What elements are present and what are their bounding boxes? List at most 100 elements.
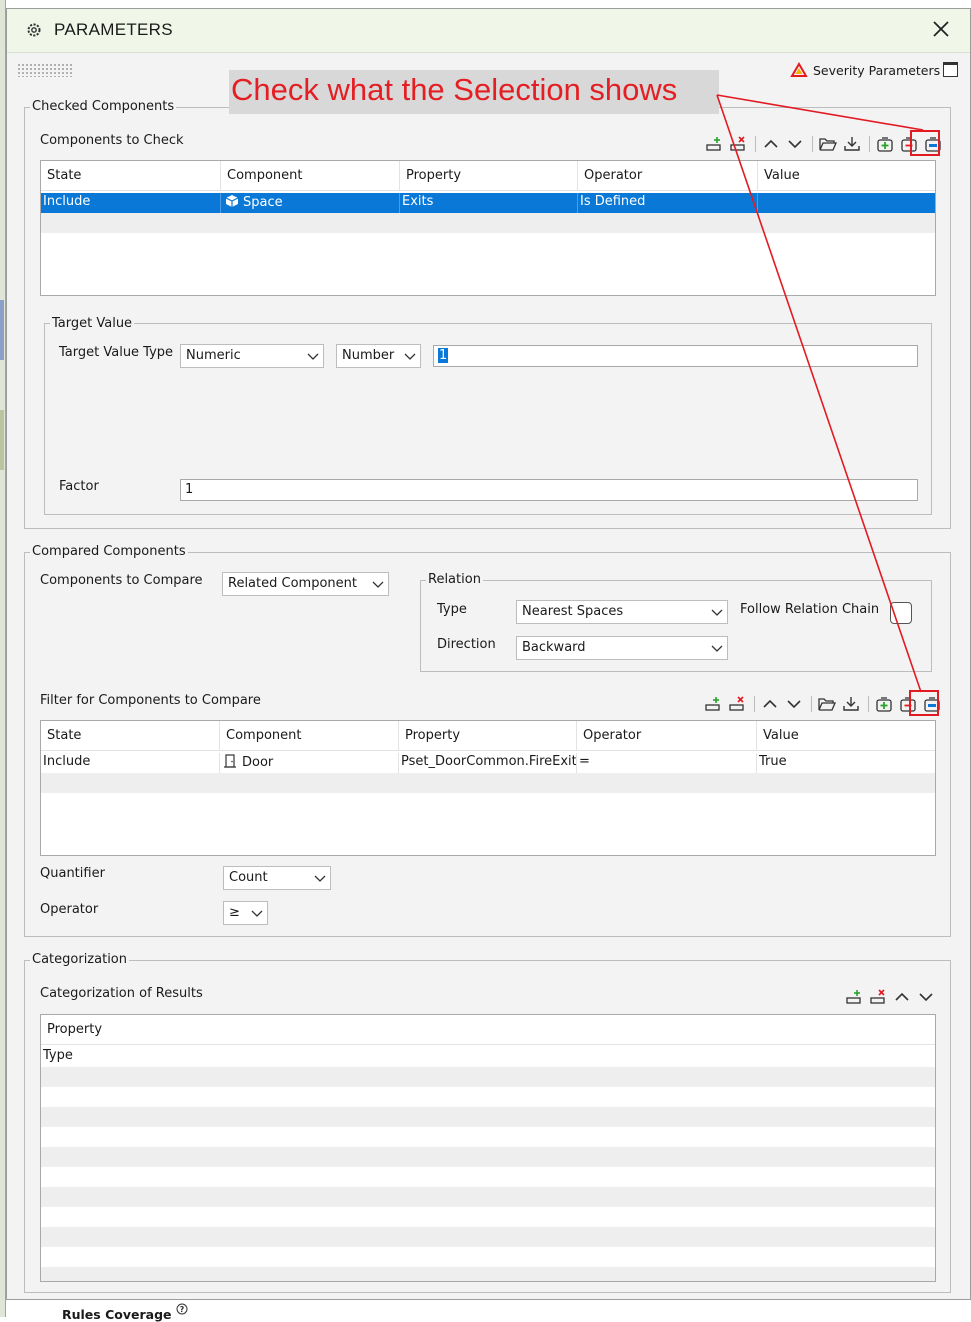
table-row[interactable]: Type — [41, 1047, 935, 1067]
operator-dropdown[interactable]: ≥ — [223, 901, 268, 925]
selection-add-icon — [877, 137, 893, 152]
cell-state[interactable]: Include — [41, 753, 220, 773]
relation-type-dropdown[interactable]: Nearest Spaces — [516, 600, 728, 624]
column-header-state[interactable]: State — [41, 721, 220, 751]
add-row-button[interactable] — [703, 134, 725, 154]
move-up-button[interactable] — [891, 987, 913, 1007]
column-header-component[interactable]: Component — [220, 721, 399, 751]
remove-row-icon — [729, 696, 744, 711]
chevron-down-icon — [404, 353, 416, 360]
download-icon — [844, 137, 860, 151]
panel-toggle-button[interactable] — [943, 62, 958, 77]
add-row-button[interactable] — [843, 987, 865, 1007]
cell-component[interactable]: Door — [220, 753, 399, 773]
download-button[interactable] — [841, 134, 863, 154]
add-to-selection-button[interactable] — [874, 134, 896, 154]
categorization-toolbar — [843, 987, 939, 1007]
toolbar-separator — [869, 136, 870, 152]
target-unit-dropdown[interactable]: Number — [336, 344, 421, 368]
space-cube-icon — [225, 195, 239, 207]
help-icon[interactable]: ? — [176, 1303, 188, 1315]
direction-label: Direction — [437, 637, 496, 652]
move-down-button[interactable] — [783, 694, 805, 714]
column-header-value[interactable]: Value — [757, 721, 935, 751]
rules-coverage-label: Rules Coverage ? — [62, 1303, 188, 1322]
severity-parameters-link[interactable]: Severity Parameters — [813, 63, 940, 78]
column-header-state[interactable]: State — [41, 161, 221, 191]
table-header: Property — [41, 1015, 935, 1045]
components-to-compare-dropdown[interactable]: Related Component — [222, 572, 389, 596]
column-header-property[interactable]: Property — [400, 161, 578, 191]
table-row-empty — [41, 1067, 935, 1087]
close-button[interactable] — [929, 19, 953, 43]
chevron-down-icon — [372, 581, 384, 588]
column-header-value[interactable]: Value — [758, 161, 935, 191]
column-header-component[interactable]: Component — [221, 161, 400, 191]
target-value-type-dropdown[interactable]: Numeric — [180, 344, 324, 368]
direction-dropdown[interactable]: Backward — [516, 636, 728, 660]
move-down-button[interactable] — [915, 987, 937, 1007]
add-row-button[interactable] — [702, 694, 724, 714]
quantifier-dropdown[interactable]: Count — [223, 866, 331, 890]
target-value-input[interactable]: 1 — [433, 345, 918, 367]
toolbar-separator — [868, 696, 869, 712]
operator-selected: ≥ — [229, 905, 240, 920]
cell-property[interactable]: Exits — [400, 193, 578, 213]
chevron-down-icon — [787, 700, 801, 709]
table-row[interactable]: Include Door Pset_DoorCommon.FireExit = … — [41, 753, 935, 773]
open-folder-button[interactable] — [817, 134, 839, 154]
dialog-title: PARAMETERS — [54, 20, 173, 39]
drag-grip[interactable] — [17, 63, 73, 77]
cell-property[interactable]: Pset_DoorCommon.FireExit — [399, 753, 577, 773]
title-bar: PARAMETERS — [7, 9, 970, 53]
follow-relation-chain-label: Follow Relation Chain — [740, 602, 880, 617]
rules-coverage-text: Rules Coverage — [62, 1307, 172, 1322]
cell-property[interactable]: Type — [41, 1047, 935, 1067]
cell-operator[interactable]: = — [577, 753, 757, 773]
categorization-of-results-label: Categorization of Results — [40, 986, 203, 1001]
relation-type-label: Type — [437, 602, 467, 617]
add-row-icon — [846, 990, 861, 1004]
open-folder-button[interactable] — [816, 694, 838, 714]
chevron-down-icon — [314, 875, 326, 882]
chevron-down-icon — [919, 993, 933, 1002]
follow-relation-chain-checkbox[interactable] — [890, 602, 912, 624]
toolbar-separator — [755, 136, 756, 152]
remove-row-button[interactable] — [727, 134, 749, 154]
target-value-type-selected: Numeric — [186, 348, 241, 363]
add-to-selection-button[interactable] — [873, 694, 895, 714]
column-header-operator[interactable]: Operator — [577, 721, 757, 751]
selection-add-icon — [876, 697, 892, 712]
categorization-label: Categorization — [30, 952, 129, 967]
table-row[interactable]: Include Space Exits Is Defined — [41, 193, 935, 213]
move-up-button[interactable] — [760, 134, 782, 154]
parameters-dialog: PARAMETERS Severity Parameters Checked C… — [6, 8, 971, 1300]
remove-row-button[interactable] — [726, 694, 748, 714]
background-window-detail — [0, 410, 4, 470]
column-header-property[interactable]: Property — [41, 1015, 935, 1045]
remove-row-icon — [870, 989, 885, 1004]
move-down-button[interactable] — [784, 134, 806, 154]
svg-text:?: ? — [180, 1305, 185, 1314]
move-up-button[interactable] — [759, 694, 781, 714]
cell-component-text: Space — [243, 195, 283, 210]
add-row-icon — [706, 137, 721, 151]
cell-value[interactable] — [758, 193, 935, 213]
column-header-operator[interactable]: Operator — [578, 161, 758, 191]
remove-row-button[interactable] — [867, 987, 889, 1007]
chevron-down-icon — [788, 140, 802, 149]
table-row-empty — [41, 773, 935, 793]
table-header: State Component Property Operator Value — [41, 721, 935, 751]
chevron-down-icon — [711, 609, 723, 616]
annotation-highlight-box — [909, 690, 939, 716]
components-to-check-label: Components to Check — [40, 133, 184, 148]
cell-component[interactable]: Space — [221, 193, 400, 213]
cell-operator[interactable]: Is Defined — [578, 193, 758, 213]
cell-state[interactable]: Include — [41, 193, 221, 213]
quantifier-selected: Count — [229, 870, 268, 885]
cell-value[interactable]: True — [757, 753, 935, 773]
filter-components-label: Filter for Components to Compare — [40, 693, 261, 708]
column-header-property[interactable]: Property — [399, 721, 577, 751]
download-button[interactable] — [840, 694, 862, 714]
factor-input[interactable]: 1 — [180, 479, 918, 501]
